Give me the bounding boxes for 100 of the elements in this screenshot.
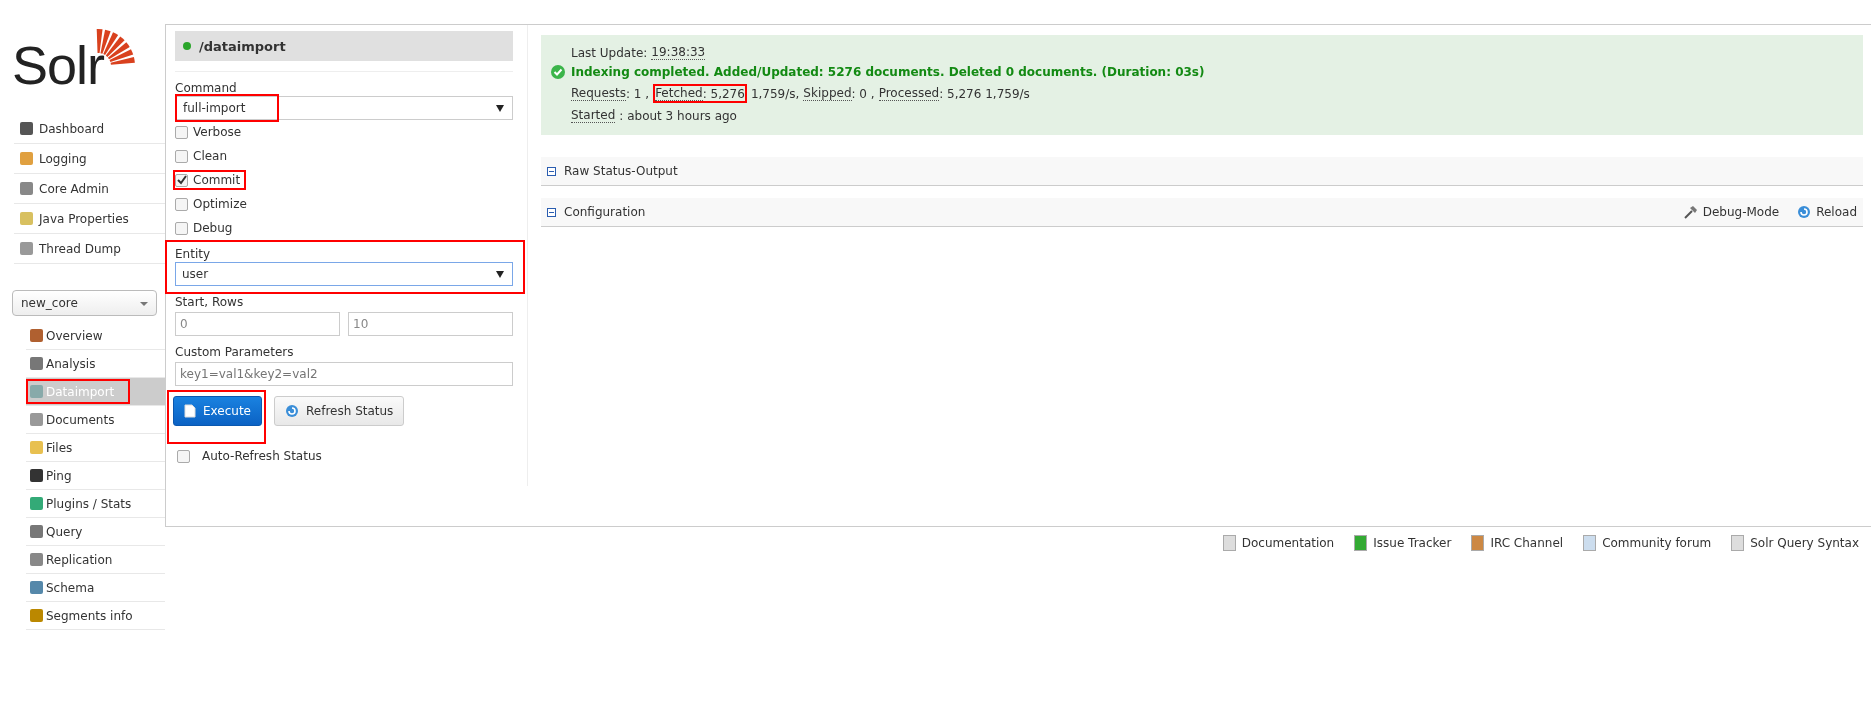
stat-value: : 5,276 [702, 86, 745, 101]
command-dropdown[interactable]: full-import [175, 96, 513, 120]
checkbox[interactable] [175, 221, 188, 235]
footer-link[interactable]: IRC Channel [1471, 535, 1564, 551]
nav-label: Query [46, 524, 83, 539]
stat-value: : 1 , [626, 86, 650, 101]
checkbox-label: Auto-Refresh Status [202, 449, 322, 463]
stat-value: : about 3 hours ago [619, 108, 737, 123]
reload-link[interactable]: Reload [1797, 205, 1857, 219]
nav-label: Overview [46, 328, 103, 343]
checkbox[interactable] [175, 173, 188, 187]
nav-icon [30, 469, 43, 482]
link-icon [1471, 535, 1485, 551]
status-text: Last Update: [571, 45, 648, 60]
nav-icon [30, 357, 43, 370]
nav-icon [30, 553, 43, 566]
core-nav-item[interactable]: Segments info [26, 602, 165, 630]
core-nav-item[interactable]: Documents [26, 406, 165, 434]
footer-link[interactable]: Issue Tracker [1354, 535, 1452, 551]
stat-value: : 5,276 1,759/s [939, 86, 1030, 101]
checkbox[interactable] [175, 149, 188, 163]
dropdown-value: full-import [183, 101, 246, 115]
checkbox[interactable] [177, 449, 190, 463]
collapse-icon[interactable] [547, 207, 556, 217]
section-title[interactable]: Configuration [564, 205, 646, 219]
field-label: Start, Rows [175, 294, 245, 310]
logo-text: Solr [12, 38, 105, 92]
nav-icon [30, 497, 43, 510]
dropdown-value: user [181, 267, 209, 281]
hammer-icon [1682, 205, 1698, 219]
nav-item[interactable]: Logging [14, 144, 165, 174]
nav-icon [20, 182, 33, 195]
entity-dropdown[interactable]: user [175, 262, 513, 286]
nav-icon [30, 609, 43, 622]
field-label: Entity [175, 246, 212, 262]
field-label: Command [175, 80, 238, 96]
nav-icon [20, 242, 33, 255]
nav-item[interactable]: Thread Dump [14, 234, 165, 264]
rows-input[interactable]: 10 [348, 312, 513, 336]
core-nav-item[interactable]: Ping [26, 462, 165, 490]
core-nav-item[interactable]: Query [26, 518, 165, 546]
nav-icon [30, 441, 43, 454]
refresh-icon [285, 404, 299, 418]
nav-icon [30, 385, 43, 398]
stat-label: Processed [878, 86, 940, 101]
caret-icon [496, 270, 504, 278]
refresh-icon [1797, 205, 1812, 219]
stat-label: Skipped [803, 86, 852, 101]
nav-label: Analysis [46, 356, 96, 371]
nav-label: Replication [46, 552, 113, 567]
stat-value: 1,759/s, [750, 86, 800, 101]
nav-icon [30, 581, 43, 594]
nav-icon [30, 413, 43, 426]
checkbox-label: Clean [193, 149, 228, 163]
stat-label: Requests [571, 86, 626, 101]
nav-label: Documents [46, 412, 115, 427]
nav-icon [30, 329, 43, 342]
checkbox[interactable] [175, 197, 188, 211]
link-icon [1222, 535, 1236, 551]
link-icon [1731, 535, 1745, 551]
start-input[interactable]: 0 [175, 312, 340, 336]
stat-label: Started [571, 108, 616, 123]
core-nav-item[interactable]: Plugins / Stats [26, 490, 165, 518]
status-time: 19:38:33 [651, 45, 706, 60]
link-icon [1354, 535, 1368, 551]
nav-item[interactable]: Core Admin [14, 174, 165, 204]
core-nav-item[interactable]: Schema [26, 574, 165, 602]
status-message: Indexing completed. Added/Updated: 5276 documents. Deleted 0 documents. (Duration: 03s) [571, 65, 1205, 79]
caret-icon [496, 104, 504, 112]
nav-icon [20, 212, 33, 225]
footer-link[interactable]: Solr Query Syntax [1731, 535, 1859, 551]
nav-label: Segments info [46, 608, 133, 623]
nav-icon [20, 122, 33, 135]
core-selector[interactable]: new_core [12, 290, 157, 316]
debug-mode-link[interactable]: Debug-Mode [1682, 205, 1780, 219]
checkbox-label: Optimize [193, 197, 247, 211]
nav-item[interactable]: Java Properties [14, 204, 165, 234]
nav-item[interactable]: Dashboard [14, 114, 165, 144]
custom-parameters-input[interactable]: key1=val1&key2=val2 [175, 362, 513, 386]
link-icon [1583, 535, 1597, 551]
nav-icon [20, 152, 33, 165]
checkbox-label: Debug [193, 221, 233, 235]
checkbox-label: Verbose [193, 125, 242, 139]
refresh-button[interactable]: Refresh Status [274, 396, 405, 426]
checkbox[interactable] [175, 125, 188, 139]
core-nav-item[interactable]: Replication [26, 546, 165, 574]
core-nav-item[interactable]: Files [26, 434, 165, 462]
section-title[interactable]: Raw Status-Output [564, 164, 678, 178]
nav-label: Files [46, 440, 73, 455]
document-icon [184, 404, 196, 418]
success-icon [551, 65, 565, 79]
collapse-icon[interactable] [547, 166, 556, 176]
footer-link[interactable]: Community forum [1583, 535, 1712, 551]
execute-button[interactable]: Execute [173, 396, 262, 426]
core-nav-item[interactable]: Overview [26, 322, 165, 350]
status-dot [183, 42, 191, 50]
footer-link[interactable]: Documentation [1222, 535, 1335, 551]
stat-label: Fetched [655, 86, 703, 101]
stat-value: : 0 , [851, 86, 875, 101]
nav-label: Ping [46, 468, 72, 483]
